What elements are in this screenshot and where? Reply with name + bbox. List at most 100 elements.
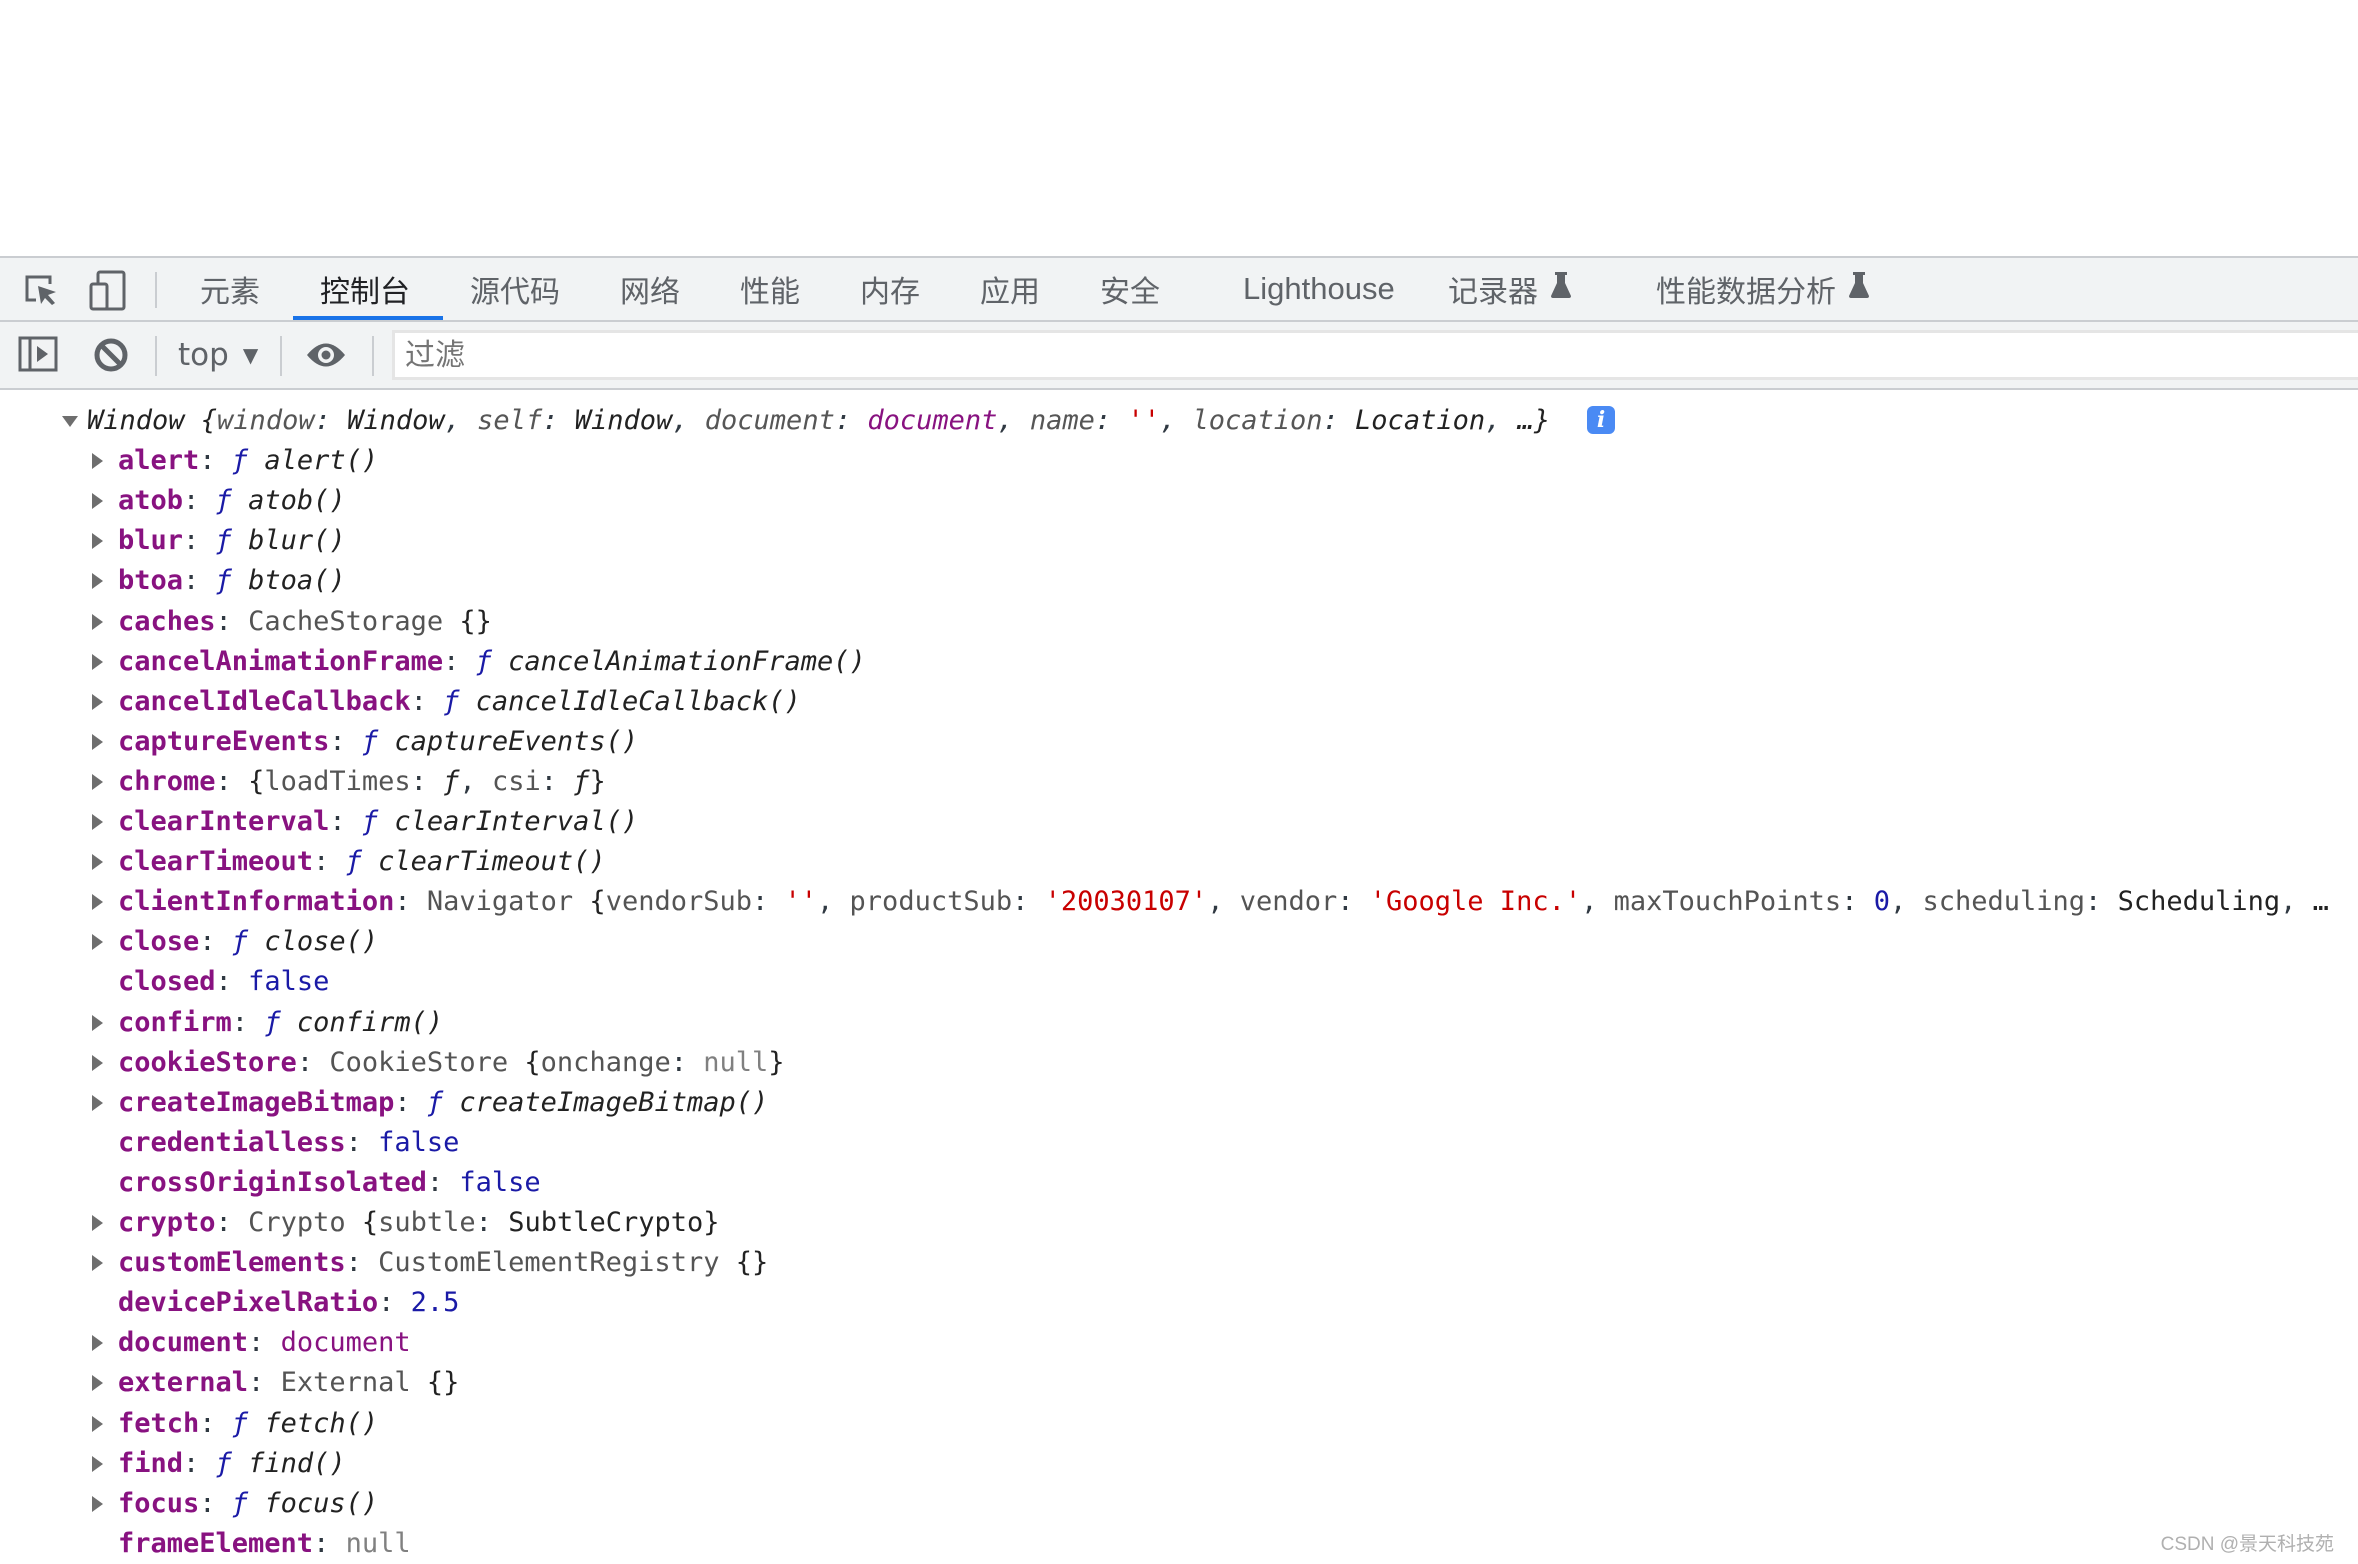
tab-lighthouse[interactable]: Lighthouse: [1243, 258, 1395, 320]
expand-triangle-icon[interactable]: [92, 894, 103, 911]
tab-network[interactable]: 网络: [620, 258, 680, 320]
property-key: crypto: [118, 1207, 216, 1238]
expand-triangle-icon[interactable]: [92, 934, 103, 951]
property-row[interactable]: crypto: Crypto {subtle: SubtleCrypto}: [92, 1203, 720, 1243]
colon: :: [199, 445, 232, 477]
live-expression-icon[interactable]: [305, 338, 347, 372]
preview-value: Scheduling: [2117, 886, 2281, 918]
tab-recorder[interactable]: 记录器: [1448, 258, 1572, 320]
colon: :: [410, 765, 444, 797]
property-row[interactable]: cancelIdleCallback: ƒ cancelIdleCallback…: [92, 682, 801, 722]
class-name: Navigator: [426, 886, 590, 918]
property-row[interactable]: chrome: {loadTimes: ƒ, csi: ƒ}: [92, 762, 606, 802]
property-content: cancelIdleCallback: ƒ cancelIdleCallback…: [118, 686, 801, 717]
colon: :: [183, 485, 216, 517]
inspect-element-icon[interactable]: [22, 272, 62, 308]
property-row[interactable]: captureEvents: ƒ captureEvents(): [92, 722, 638, 762]
tab-label: 源代码: [470, 275, 560, 310]
collapse-triangle-icon[interactable]: [62, 416, 78, 427]
property-row[interactable]: confirm: ƒ confirm(): [92, 1003, 443, 1043]
device-toolbar-icon[interactable]: [88, 270, 128, 312]
preview-key: productSub: [849, 886, 1013, 918]
tab-label: 内存: [860, 275, 920, 310]
colon: :: [313, 1527, 346, 1559]
function-name: alert(): [264, 445, 379, 477]
tab-elements[interactable]: 元素: [200, 258, 260, 320]
property-content: atob: ƒ atob(): [118, 485, 346, 516]
preview-key: self: [477, 405, 543, 436]
property-row[interactable]: createImageBitmap: ƒ createImageBitmap(): [92, 1083, 768, 1123]
colon: :: [540, 765, 574, 797]
clear-console-icon[interactable]: [92, 336, 130, 374]
property-row[interactable]: focus: ƒ focus(): [92, 1484, 378, 1524]
expand-triangle-icon[interactable]: [92, 1495, 103, 1512]
expand-triangle-icon[interactable]: [92, 573, 103, 590]
expand-triangle-icon[interactable]: [92, 1415, 103, 1432]
property-content: btoa: ƒ btoa(): [118, 565, 346, 596]
property-row[interactable]: customElements: CustomElementRegistry {}: [92, 1243, 768, 1283]
expand-triangle-icon[interactable]: [92, 1335, 103, 1352]
property-row[interactable]: blur: ƒ blur(): [92, 521, 346, 561]
expand-triangle-icon[interactable]: [92, 733, 103, 750]
info-icon[interactable]: i: [1587, 406, 1615, 434]
expand-triangle-icon[interactable]: [92, 453, 103, 470]
property-row[interactable]: close: ƒ close(): [92, 922, 378, 962]
tab-performance-insights[interactable]: 性能数据分析: [1656, 258, 1870, 320]
colon: :: [1337, 886, 1370, 918]
property-content: customElements: CustomElementRegistry {}: [118, 1247, 768, 1278]
tab-console[interactable]: 控制台: [320, 258, 410, 320]
js-context-select[interactable]: top ▼: [178, 322, 258, 388]
tab-performance[interactable]: 性能: [740, 258, 800, 320]
expand-triangle-icon[interactable]: [92, 613, 103, 630]
brace: {: [589, 886, 606, 918]
expand-triangle-icon[interactable]: [92, 814, 103, 830]
preview-key: window: [217, 405, 315, 436]
preview-value: document: [867, 405, 998, 436]
function-name: cancelIdleCallback(): [475, 685, 801, 717]
tab-memory[interactable]: 内存: [860, 258, 920, 320]
tab-application[interactable]: 应用: [980, 258, 1040, 320]
filter-input[interactable]: [392, 330, 2358, 380]
property-row[interactable]: clearTimeout: ƒ clearTimeout(): [92, 842, 606, 882]
expand-triangle-icon[interactable]: [92, 693, 103, 710]
property-row[interactable]: cookieStore: CookieStore {onchange: null…: [92, 1043, 785, 1083]
expand-triangle-icon[interactable]: [92, 773, 103, 790]
property-content: crypto: Crypto {subtle: SubtleCrypto}: [118, 1207, 720, 1238]
property-row[interactable]: atob: ƒ atob(): [92, 481, 346, 521]
colon: :: [1322, 405, 1356, 436]
expand-triangle-icon[interactable]: [92, 1054, 103, 1071]
class-name: CookieStore: [329, 1046, 525, 1078]
tab-label: 安全: [1100, 275, 1160, 310]
property-row[interactable]: external: External {}: [92, 1363, 459, 1403]
expand-triangle-icon[interactable]: [92, 653, 103, 670]
expand-triangle-icon[interactable]: [92, 854, 103, 871]
expand-triangle-icon[interactable]: [92, 533, 103, 550]
preview-value: '20030107': [1044, 886, 1208, 918]
property-row[interactable]: fetch: ƒ fetch(): [92, 1404, 378, 1444]
tab-label: 性能: [740, 275, 800, 310]
expand-triangle-icon[interactable]: [92, 1255, 103, 1272]
console-object-header[interactable]: Window {window: Window, self: Window, do…: [62, 401, 1550, 441]
property-row[interactable]: cancelAnimationFrame: ƒ cancelAnimationF…: [92, 642, 866, 682]
property-row[interactable]: alert: ƒ alert(): [92, 441, 378, 481]
function-glyph: ƒ: [264, 1006, 297, 1038]
property-content: devicePixelRatio: 2.5: [118, 1287, 459, 1318]
property-row[interactable]: find: ƒ find(): [92, 1444, 346, 1484]
property-row[interactable]: document: document: [92, 1323, 411, 1363]
expand-triangle-icon[interactable]: [92, 1215, 103, 1231]
tab-sources[interactable]: 源代码: [470, 258, 560, 320]
property-row[interactable]: btoa: ƒ btoa(): [92, 561, 346, 601]
preview-value: 0: [1873, 886, 1890, 918]
expand-triangle-icon[interactable]: [92, 1455, 103, 1472]
colon: :: [329, 806, 362, 837]
expand-triangle-icon[interactable]: [92, 1094, 103, 1111]
show-sidebar-icon[interactable]: [18, 336, 58, 374]
property-row[interactable]: caches: CacheStorage {}: [92, 602, 492, 642]
tab-security[interactable]: 安全: [1100, 258, 1160, 320]
expand-triangle-icon[interactable]: [92, 493, 103, 510]
expand-triangle-icon[interactable]: [92, 1375, 103, 1392]
property-row[interactable]: clientInformation: Navigator {vendorSub:…: [92, 882, 2329, 922]
class-name: External: [280, 1367, 427, 1399]
expand-triangle-icon[interactable]: [92, 1014, 103, 1031]
property-row[interactable]: clearInterval: ƒ clearInterval(): [92, 802, 638, 842]
